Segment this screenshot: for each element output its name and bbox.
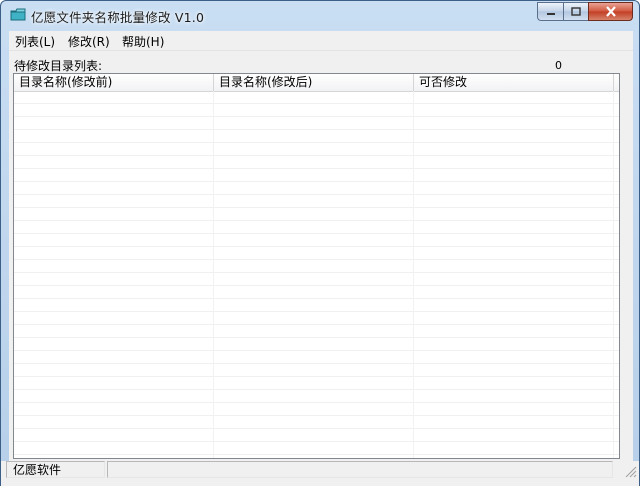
main-panel: 待修改目录列表: 0 目录名称(修改前) 目录名称(修改后) 可否修改 — [9, 51, 633, 461]
maximize-icon — [571, 7, 581, 16]
resize-grip-icon[interactable] — [623, 464, 637, 478]
column-header-modifiable[interactable]: 可否修改 — [414, 74, 614, 91]
maximize-button[interactable] — [563, 2, 588, 21]
close-icon — [605, 6, 616, 17]
column-divider — [213, 91, 214, 458]
menu-modify[interactable]: 修改(R) — [68, 33, 110, 50]
column-header-before[interactable]: 目录名称(修改前) — [14, 74, 214, 91]
list-header: 目录名称(修改前) 目录名称(修改后) 可否修改 — [14, 74, 619, 92]
status-pane — [107, 461, 613, 478]
menu-bar: 列表(L) 修改(R) 帮助(H) — [9, 31, 633, 51]
window-title: 亿愿文件夹名称批量修改 V1.0 — [31, 10, 205, 25]
caption-buttons — [537, 2, 633, 22]
item-count: 0 — [555, 59, 562, 72]
minimize-icon — [546, 12, 555, 15]
column-divider — [613, 91, 614, 458]
close-button[interactable] — [588, 2, 633, 21]
status-bar: 亿愿软件 — [1, 461, 639, 486]
list-label: 待修改目录列表: — [14, 59, 103, 73]
status-text: 亿愿软件 — [6, 461, 105, 478]
column-divider — [413, 91, 414, 458]
menu-list[interactable]: 列表(L) — [15, 33, 55, 50]
folder-icon — [10, 8, 26, 21]
column-header-after[interactable]: 目录名称(修改后) — [214, 74, 414, 91]
title-bar[interactable]: 亿愿文件夹名称批量修改 V1.0 — [1, 1, 639, 31]
directory-list-view[interactable]: 目录名称(修改前) 目录名称(修改后) 可否修改 — [13, 73, 620, 459]
menu-help[interactable]: 帮助(H) — [122, 33, 164, 50]
app-window: 亿愿文件夹名称批量修改 V1.0 列表(L) 修改(R) 帮助(H) 待修改目录… — [0, 0, 640, 486]
minimize-button[interactable] — [537, 2, 563, 21]
